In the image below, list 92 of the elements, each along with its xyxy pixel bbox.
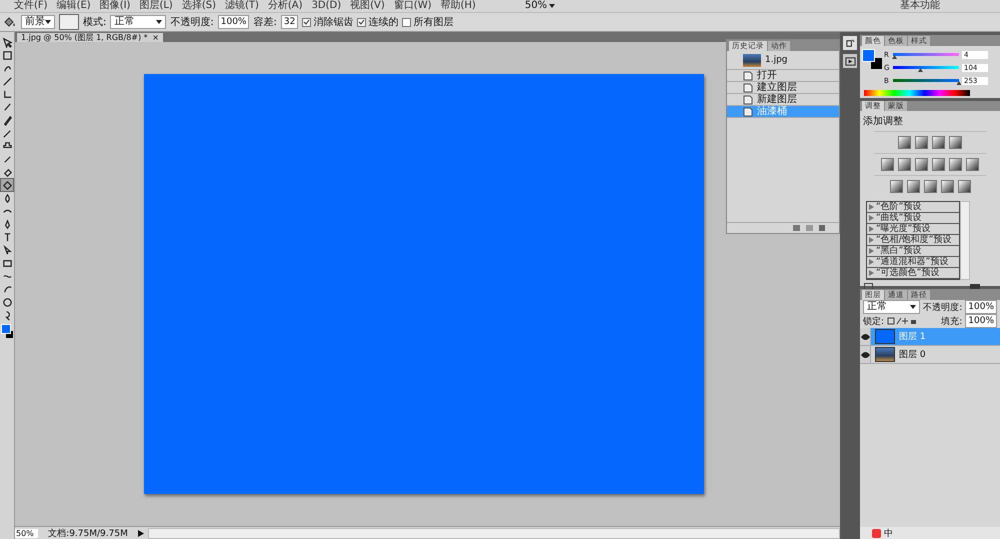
menu-item[interactable]: 选择(S) bbox=[182, 0, 216, 12]
adjustment-icon[interactable] bbox=[958, 180, 970, 193]
preset-item[interactable]: “曲线”预设 bbox=[867, 213, 959, 224]
history-step[interactable]: 打开 bbox=[727, 70, 839, 82]
caret-icon[interactable] bbox=[45, 20, 51, 24]
menu-item[interactable]: 图层(L) bbox=[139, 0, 173, 12]
channel-slider[interactable] bbox=[893, 66, 959, 69]
channel-slider[interactable] bbox=[893, 79, 959, 82]
menu-item[interactable]: 视图(V) bbox=[350, 0, 385, 12]
menu-item[interactable]: 图像(I) bbox=[100, 0, 130, 12]
menu-item[interactable]: 分析(A) bbox=[268, 0, 303, 12]
option-checkbox[interactable]: 消除锯齿 bbox=[302, 15, 354, 29]
option-checkbox[interactable]: 连续的 bbox=[357, 15, 398, 29]
tool-icon[interactable] bbox=[1, 179, 13, 191]
adjustment-icon[interactable] bbox=[949, 136, 962, 149]
adjustment-icon[interactable] bbox=[906, 180, 920, 193]
tool-icon[interactable] bbox=[1, 49, 13, 61]
tolerance-field[interactable]: 32 bbox=[280, 15, 298, 29]
history-icon[interactable] bbox=[843, 36, 857, 50]
pattern-picker[interactable] bbox=[59, 14, 79, 30]
fill-source-dropdown[interactable]: 前景 bbox=[21, 15, 55, 29]
preset-item[interactable]: “曝光度”预设 bbox=[867, 224, 959, 235]
adjustment-icon[interactable] bbox=[949, 158, 962, 171]
input-method-label[interactable]: 中 bbox=[884, 526, 893, 539]
option-checkbox[interactable]: 所有图层 bbox=[402, 15, 454, 29]
play-icon[interactable] bbox=[138, 530, 144, 536]
checkbox[interactable] bbox=[357, 18, 366, 26]
channel-slider[interactable] bbox=[893, 53, 959, 56]
mode-label: 模式: bbox=[83, 16, 106, 29]
layer-row[interactable]: 图层 0 bbox=[860, 346, 1000, 364]
caret-icon[interactable] bbox=[910, 305, 916, 309]
checkbox[interactable] bbox=[402, 18, 412, 26]
opacity-label: 不透明度: bbox=[923, 302, 962, 314]
zoom-dropdown[interactable]: 50% bbox=[524, 0, 556, 12]
zoom-field[interactable]: 50% bbox=[15, 528, 38, 538]
eye-icon[interactable] bbox=[860, 328, 871, 345]
adjustment-icon[interactable] bbox=[932, 136, 945, 149]
lock-options-icon[interactable] bbox=[887, 317, 918, 325]
fill-field[interactable]: 100% bbox=[965, 314, 997, 328]
tool-icon[interactable] bbox=[1, 88, 13, 100]
blend-mode-dropdown[interactable]: 正常 bbox=[863, 300, 920, 314]
preset-item[interactable]: “可选颜色”预设 bbox=[867, 268, 959, 279]
menu-item[interactable]: 3D(D) bbox=[312, 0, 342, 12]
adjustment-icon[interactable] bbox=[881, 158, 894, 171]
adjustment-icon[interactable] bbox=[898, 136, 911, 149]
preset-item[interactable]: “通道混和器”预设 bbox=[867, 257, 959, 268]
vertical-scrollbar[interactable] bbox=[960, 201, 970, 280]
preset-item[interactable]: “黑白”预设 bbox=[867, 246, 959, 257]
panel-title: 添加调整 bbox=[862, 114, 904, 129]
adjustment-icon[interactable] bbox=[915, 158, 928, 171]
color-swatches-icon[interactable] bbox=[1, 324, 13, 338]
tool-icon[interactable] bbox=[1, 36, 13, 48]
tool-icon[interactable] bbox=[1, 114, 13, 126]
fill-label: 填充: bbox=[941, 316, 962, 328]
menu-item[interactable]: 帮助(H) bbox=[440, 0, 476, 12]
tool-icon[interactable] bbox=[1, 75, 13, 87]
tool-icon[interactable] bbox=[1, 257, 13, 269]
opacity-label: 不透明度: bbox=[170, 16, 214, 29]
tool-icon[interactable] bbox=[1, 244, 13, 256]
adjustment-icon[interactable] bbox=[890, 180, 902, 193]
caret-icon[interactable] bbox=[549, 4, 556, 8]
photo-placeholder bbox=[743, 54, 761, 66]
color-spectrum[interactable] bbox=[864, 90, 970, 96]
adjustment-icon[interactable] bbox=[915, 136, 928, 149]
eye-icon[interactable] bbox=[860, 346, 871, 363]
document-tab[interactable]: 1.jpg @ 50% (图层 1, RGB/8#) * × bbox=[17, 33, 163, 42]
menu-item[interactable]: 编辑(E) bbox=[56, 0, 91, 12]
adjustment-icon[interactable] bbox=[966, 158, 979, 171]
actions-icon[interactable] bbox=[843, 54, 857, 68]
snapshot-name[interactable]: 1.jpg bbox=[765, 55, 788, 65]
tolerance-label: 容差: bbox=[253, 16, 277, 29]
preset-item[interactable]: “色相/饱和度”预设 bbox=[867, 235, 959, 246]
lock-label: 锁定: bbox=[863, 316, 884, 328]
preset-item[interactable]: “色阶”预设 bbox=[867, 202, 959, 213]
color-swatches-icon[interactable] bbox=[862, 49, 882, 69]
tool-icon[interactable] bbox=[1, 296, 13, 308]
history-step[interactable]: 建立图层 bbox=[727, 82, 839, 94]
opacity-field[interactable]: 100% bbox=[218, 15, 250, 29]
adjustment-icon[interactable] bbox=[898, 158, 911, 171]
document-info: 文档:9.75M/9.75M bbox=[47, 528, 129, 539]
adjustment-icon[interactable] bbox=[932, 158, 945, 171]
menu-item[interactable]: 滤镜(T) bbox=[224, 0, 259, 12]
workspace-switcher[interactable]: 基本功能 bbox=[900, 0, 940, 12]
paint-bucket-icon[interactable] bbox=[3, 16, 17, 28]
adjustment-icon[interactable] bbox=[924, 180, 936, 193]
tool-icon[interactable] bbox=[1, 166, 13, 178]
checkbox[interactable] bbox=[302, 18, 312, 26]
adjustment-icon[interactable] bbox=[940, 180, 954, 193]
mode-dropdown[interactable]: 正常 bbox=[110, 15, 166, 29]
horizontal-scrollbar[interactable] bbox=[148, 528, 840, 538]
caret-icon[interactable] bbox=[156, 20, 162, 24]
opacity-field[interactable]: 100% bbox=[965, 300, 997, 314]
